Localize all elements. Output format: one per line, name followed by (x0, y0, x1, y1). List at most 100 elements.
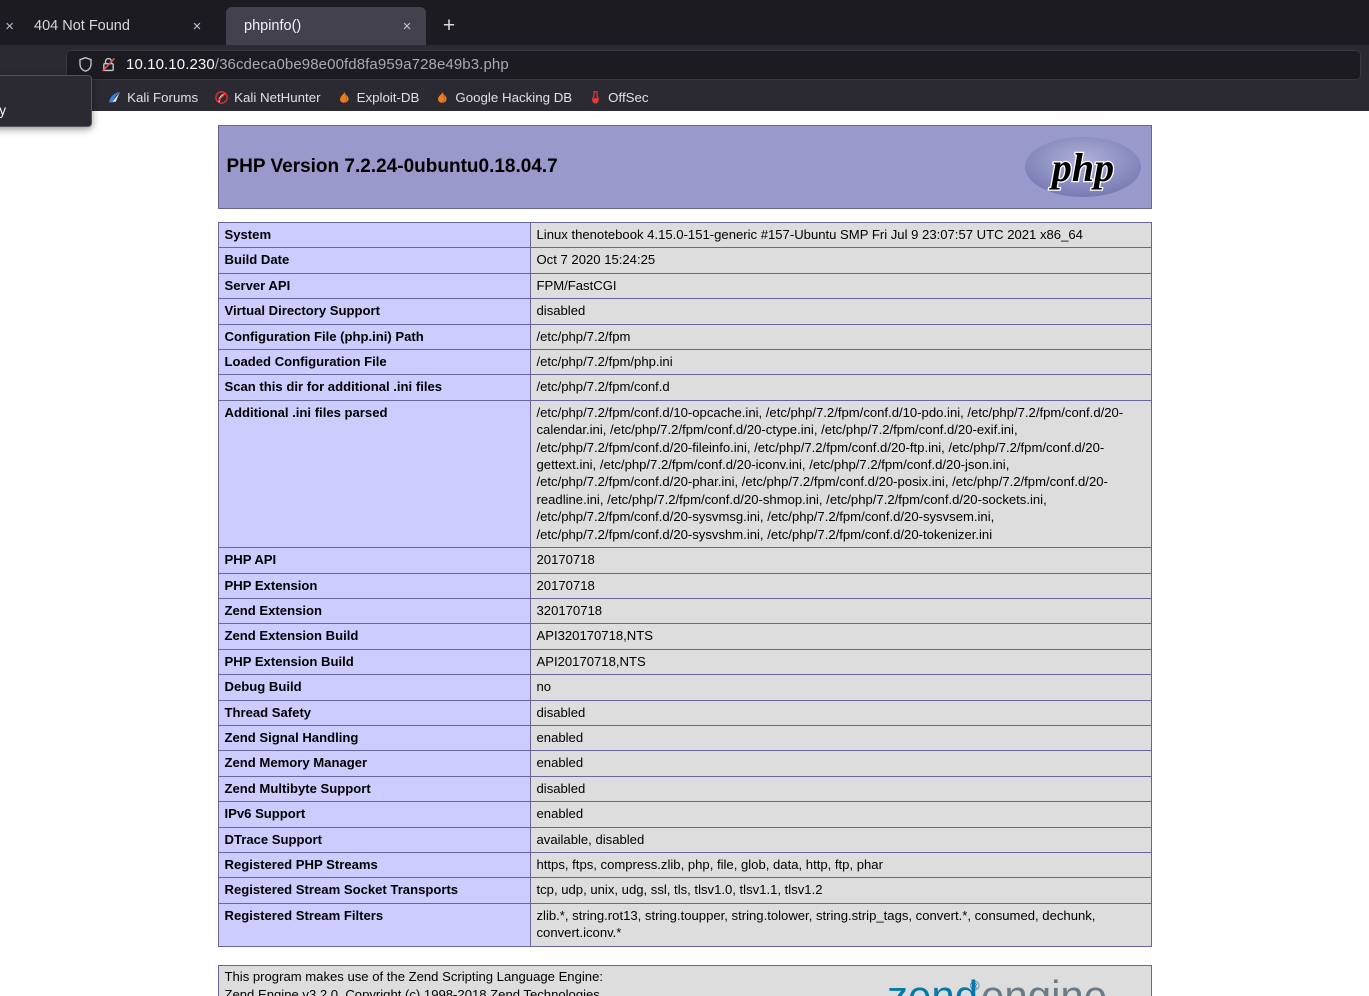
table-cell-key: IPv6 Support (217, 801, 531, 828)
table-cell-key: PHP Extension Build (217, 648, 531, 676)
lock-crossed-icon[interactable] (100, 56, 117, 73)
table-cell-value: enabled (529, 724, 1152, 752)
table-cell-key: Virtual Directory Support (217, 298, 531, 325)
bookmarks-bar: Kali Docs Kali Forums Kali NetHunter Exp… (0, 84, 1369, 111)
tab-label: phpinfo() (244, 18, 302, 34)
table-cell-value: Linux thenotebook 4.15.0-151-generic #15… (529, 221, 1152, 249)
svg-text:engine: engine (981, 972, 1107, 996)
exploit-db-icon (339, 92, 349, 103)
phpinfo-container: PHP Version 7.2.24-0ubuntu0.18.04.7 php … (217, 125, 1152, 996)
new-tab-button[interactable]: + (434, 11, 464, 41)
bookmark-offsec[interactable]: OffSec (581, 87, 655, 108)
table-cell-value: /etc/php/7.2/fpm (529, 323, 1152, 351)
table-row: Zend Memory Manager enabled (217, 750, 1152, 777)
table-cell-key: PHP API (217, 547, 531, 574)
close-icon[interactable]: × (396, 15, 418, 37)
table-cell-key: PHP Extension (217, 572, 531, 599)
table-cell-key: Registered Stream Socket Transports (217, 877, 531, 904)
table-cell-value: API320170718,NTS (529, 623, 1152, 650)
table-cell-value: 320170718 (529, 597, 1152, 625)
table-row: Zend Extension Build API320170718,NTS (217, 623, 1152, 650)
svg-text:php: php (1048, 145, 1113, 190)
table-cell-value: 20170718 (529, 547, 1152, 574)
table-cell-value: enabled (529, 801, 1152, 828)
table-cell-key: Server API (217, 272, 531, 300)
table-cell-value: zlib.*, string.rot13, string.toupper, st… (529, 902, 1152, 947)
phpinfo-page: PHP Version 7.2.24-0ubuntu0.18.04.7 php … (0, 111, 1369, 996)
close-icon[interactable]: × (5, 18, 14, 35)
table-cell-key: Build Date (217, 247, 531, 274)
table-cell-key: Registered PHP Streams (217, 851, 531, 879)
table-cell-value: 20170718 (529, 572, 1152, 599)
browser-chrome: × 404 Not Found × phpinfo() × + 10.10.10… (0, 0, 1369, 128)
table-cell-key: Zend Signal Handling (217, 724, 531, 752)
svg-text:zend: zend (887, 972, 978, 996)
table-row: Thread Safety disabled (217, 699, 1152, 726)
table-cell-value: disabled (529, 775, 1152, 803)
url-path: /36cdeca0be98e00fd8fa959a728e49b3.php (214, 56, 509, 73)
shield-icon[interactable] (77, 56, 94, 73)
table-cell-key: Registered Stream Filters (217, 902, 531, 947)
table-cell-key: Zend Extension Build (217, 623, 531, 650)
table-row: Scan this dir for additional .ini files /… (217, 374, 1152, 401)
zend-credits-text: This program makes use of the Zend Scrip… (224, 968, 604, 996)
table-cell-value: /etc/php/7.2/fpm/conf.d (529, 374, 1152, 401)
tooltip-line-1: Arrow) (0, 81, 83, 101)
table-cell-value: API20170718,NTS (529, 648, 1152, 676)
table-row: Zend Extension 320170718 (217, 597, 1152, 625)
offsec-icon (592, 91, 600, 104)
table-row: PHP API 20170718 (217, 547, 1152, 574)
table-cell-value: /etc/php/7.2/fpm/conf.d/10-opcache.ini, … (529, 399, 1152, 549)
url-host: 10.10.10.230 (126, 56, 215, 73)
tab-label: 404 Not Found (34, 18, 130, 34)
table-cell-value: Oct 7 2020 15:24:25 (529, 247, 1152, 274)
table-cell-key: DTrace Support (217, 826, 531, 853)
table-row: IPv6 Support enabled (217, 801, 1152, 828)
zend-engine-credits: This program makes use of the Zend Scrip… (217, 964, 1152, 996)
url-display[interactable]: 10.10.10.230/36cdeca0be98e00fd8fa959a728… (126, 56, 509, 73)
bookmark-kali-forums[interactable]: Kali Forums (100, 87, 205, 108)
table-cell-value: /etc/php/7.2/fpm/php.ini (529, 349, 1152, 376)
table-cell-value: no (529, 674, 1152, 701)
table-row: Configuration File (php.ini) Path/etc/ph… (217, 323, 1152, 351)
table-row: System Linux thenotebook 4.15.0-151-gener… (217, 221, 1152, 249)
close-icon[interactable]: × (186, 15, 208, 37)
table-cell-key: Loaded Configuration File (217, 349, 531, 376)
google-hacking-db-icon (438, 92, 447, 103)
bookmark-label: Exploit-DB (356, 90, 420, 105)
tab-partially-offscreen[interactable]: × (0, 7, 16, 45)
tab-bar: × 404 Not Found × phpinfo() × + (0, 0, 1369, 45)
table-cell-key: Scan this dir for additional .ini files (217, 374, 531, 401)
table-cell-key: Configuration File (php.ini) Path (217, 323, 531, 351)
table-row: Registered PHP Streams https, ftps, compr… (217, 851, 1152, 879)
back-button-tooltip: Arrow) show history (0, 75, 92, 128)
php-logo-icon: php (1024, 137, 1141, 197)
address-bar[interactable]: 10.10.10.230/36cdeca0be98e00fd8fa959a728… (66, 49, 1361, 80)
tab-404-not-found[interactable]: 404 Not Found × (16, 7, 216, 45)
table-row: Zend Multibyte Support disabled (217, 775, 1152, 803)
bookmark-exploit-db[interactable]: Exploit-DB (330, 87, 427, 108)
table-cell-value: disabled (529, 699, 1152, 726)
php-version-banner: PHP Version 7.2.24-0ubuntu0.18.04.7 php (217, 125, 1152, 209)
table-cell-key: Thread Safety (217, 699, 531, 726)
tab-phpinfo[interactable]: phpinfo() × (226, 7, 426, 45)
bookmark-label: Kali NetHunter (234, 90, 321, 105)
table-row: Registered Stream Filters zlib.*, string.… (217, 902, 1152, 947)
table-cell-value: enabled (529, 750, 1152, 777)
phpinfo-table: System Linux thenotebook 4.15.0-151-gener… (217, 221, 1152, 947)
table-cell-key: Zend Multibyte Support (217, 775, 531, 803)
kali-nethunter-icon (215, 91, 228, 104)
svg-text:®: ® (970, 978, 980, 993)
table-cell-value: FPM/FastCGI (529, 272, 1152, 300)
table-row: Virtual Directory Support disabled (217, 298, 1152, 325)
bookmark-label: Kali Forums (127, 90, 199, 105)
table-row: Zend Signal Handling enabled (217, 724, 1152, 752)
table-cell-key: System (217, 221, 531, 249)
table-row: Additional .ini files parsed/etc/php/7.2… (217, 399, 1152, 549)
bookmark-label: Google Hacking DB (455, 90, 573, 105)
bookmark-google-hacking-db[interactable]: Google Hacking DB (428, 87, 579, 108)
table-row: Debug Build no (217, 674, 1152, 701)
table-cell-key: Zend Memory Manager (217, 750, 531, 777)
table-cell-key: Additional .ini files parsed (217, 399, 531, 549)
bookmark-kali-nethunter[interactable]: Kali NetHunter (207, 87, 327, 108)
